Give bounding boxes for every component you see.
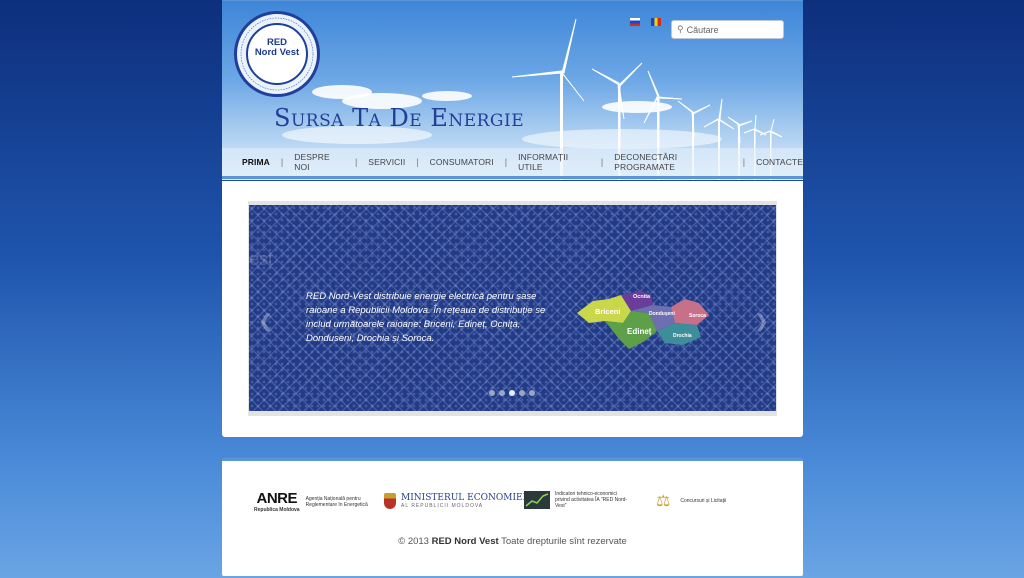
image-slider: est ❮ ❯ RED Nord-Vest distribuie energie… (249, 205, 776, 411)
copyright-text: Toate drepturile sînt rezervate (501, 536, 627, 547)
ministerul-logo-text: MINISTERUL ECONOMIEI (401, 493, 527, 503)
slider-dot[interactable] (489, 390, 495, 396)
copyright-brand: RED Nord Vest (431, 536, 499, 547)
slider-dot[interactable] (499, 390, 505, 396)
map-label-edinet: Edineț (627, 327, 652, 336)
nav-item-prima[interactable]: Prima (242, 157, 270, 167)
chevron-left-icon[interactable]: ❮ (258, 311, 273, 332)
header-banner: RED Nord Vest Sursa Ta De Energie ⚲ Prim… (222, 0, 803, 180)
cloud (422, 91, 472, 101)
partner-ministerul-economiei[interactable]: MINISTERUL ECONOMIEI AL REPUBLICII MOLDO… (384, 493, 526, 509)
nav-item-consumatori[interactable]: Consumatori (430, 157, 494, 167)
nav-separator: | (354, 157, 358, 167)
region-map-image: Briceni Ocnita Dondușeni Edineț Soroca D… (577, 291, 709, 349)
nav-separator: | (600, 157, 604, 167)
map-label-briceni: Briceni (595, 307, 620, 316)
chart-icon (524, 491, 550, 509)
logo-text: RED Nord Vest (237, 38, 317, 58)
nav-item-contacte[interactable]: Contacte (756, 157, 803, 167)
anre-description: Agenția Națională pentru Reglementare în… (305, 496, 368, 508)
nav-separator: | (742, 157, 746, 167)
slider-ghost-text: est (249, 249, 274, 269)
slider-dot-active[interactable] (509, 390, 515, 396)
slider-frame: est ❮ ❯ RED Nord-Vest distribuie energie… (248, 201, 777, 416)
map-label-drochia: Drochia (673, 333, 692, 339)
map-label-ocnita: Ocnita (633, 294, 651, 300)
nav-item-despre-noi[interactable]: Despre noi (294, 152, 344, 172)
partner-anre[interactable]: ANRE Republica Moldova Agenția Națională… (254, 490, 370, 514)
scales-icon: ⚖ (656, 493, 671, 510)
concursuri-description: Concursuri și Licitații (680, 498, 727, 504)
search-icon: ⚲ (677, 24, 684, 34)
coat-of-arms-icon (384, 493, 396, 509)
main-nav: Prima | Despre noi | Servicii | Consumat… (222, 148, 803, 179)
chevron-right-icon[interactable]: ❯ (754, 311, 769, 332)
main-content: est ❮ ❯ RED Nord-Vest distribuie energie… (222, 181, 803, 437)
indicatori-description: Indicatori tehnico-economici privind act… (555, 491, 628, 509)
search-input[interactable] (686, 24, 777, 35)
page-wrapper: RED Nord Vest Sursa Ta De Energie ⚲ Prim… (222, 0, 803, 180)
slider-dot[interactable] (519, 390, 525, 396)
search-box[interactable]: ⚲ (671, 20, 784, 39)
nav-item-deconectari-programate[interactable]: Deconectări programate (614, 152, 731, 172)
slider-pagination (489, 390, 535, 396)
partner-logos: ANRE Republica Moldova Agenția Națională… (254, 489, 774, 519)
nav-separator: | (416, 157, 419, 167)
company-logo[interactable]: RED Nord Vest (234, 11, 320, 97)
map-label-soroca: Soroca (689, 313, 706, 319)
nav-separator: | (280, 157, 284, 167)
ministerul-logo-subtext: AL REPUBLICII MOLDOVA (401, 503, 484, 509)
anre-logo: ANRE Republica Moldova (254, 490, 300, 514)
copyright: © 2013 RED Nord Vest Toate drepturile sî… (222, 536, 803, 547)
anre-logo-text: ANRE (256, 490, 298, 507)
nav-item-servicii[interactable]: Servicii (368, 157, 405, 167)
partner-indicatori[interactable]: Indicatori tehnico-economici privind act… (524, 491, 631, 509)
map-label-donduseni: Dondușeni (649, 311, 675, 317)
nav-separator: | (504, 157, 508, 167)
footer: ANRE Republica Moldova Agenția Națională… (222, 458, 803, 576)
slider-dot[interactable] (529, 390, 535, 396)
ru-flag-icon[interactable] (630, 18, 640, 26)
anre-logo-subtext: Republica Moldova (254, 507, 300, 513)
logo-text-line2: Nord Vest (254, 47, 300, 58)
nav-item-informatii-utile[interactable]: Informații utile (518, 152, 590, 172)
partner-concursuri[interactable]: ⚖ Concursuri și Licitații (656, 491, 740, 511)
copyright-year: © 2013 (398, 536, 429, 547)
site-slogan: Sursa Ta De Energie (274, 104, 525, 132)
slide-caption: RED Nord-Vest distribuie energie electri… (306, 291, 546, 344)
md-flag-icon[interactable] (651, 18, 661, 26)
